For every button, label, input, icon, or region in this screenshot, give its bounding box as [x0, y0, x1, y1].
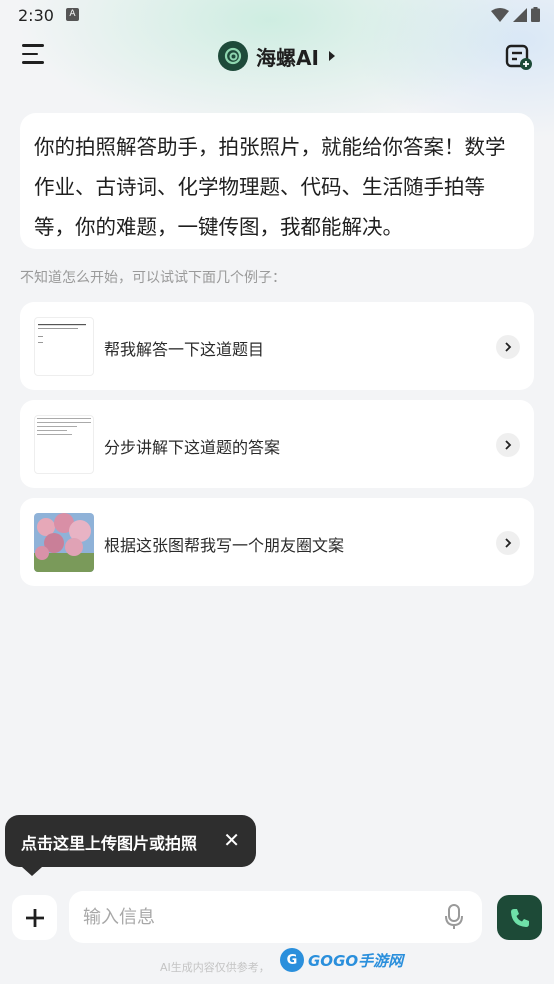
example-card[interactable]: 帮我解答一下这道题目: [20, 302, 534, 390]
new-chat-button[interactable]: [504, 42, 534, 72]
app-header: 海螺AI: [0, 36, 554, 80]
flower-photo-thumbnail: [34, 513, 94, 572]
microphone-icon: [445, 904, 463, 929]
message-input-box: [69, 891, 482, 943]
example-label: 帮我解答一下这道题目: [104, 340, 265, 359]
message-input[interactable]: [83, 903, 423, 931]
battery-icon: [531, 7, 540, 22]
intro-message: 你的拍照解答助手，拍张照片，就能给你答案！数学作业、古诗词、化学物理题、代码、生…: [20, 113, 534, 249]
phone-icon: [510, 908, 529, 927]
menu-button[interactable]: [22, 44, 48, 70]
status-bar: 2:30 A: [0, 0, 554, 32]
notification-icon: A: [66, 8, 79, 21]
document-thumbnail: [34, 317, 94, 376]
app-title: 海螺AI: [256, 45, 319, 70]
wifi-icon: [491, 7, 509, 22]
example-card[interactable]: 分步讲解下这道题的答案: [20, 400, 534, 488]
close-icon[interactable]: ✕: [223, 828, 240, 852]
model-switcher[interactable]: 海螺AI: [218, 41, 335, 71]
new-chat-icon: [505, 44, 532, 70]
microphone-button[interactable]: [442, 903, 466, 931]
example-label: 分步讲解下这道题的答案: [104, 438, 281, 457]
chevron-right-icon: [496, 531, 520, 555]
disclaimer-text: AI生成内容仅供参考，: [160, 961, 270, 974]
plus-icon: [25, 908, 44, 927]
voice-call-button[interactable]: [497, 895, 542, 940]
tooltip-tail: [22, 867, 42, 876]
document-thumbnail: [34, 415, 94, 474]
example-label: 根据这张图帮我写一个朋友圈文案: [104, 536, 345, 555]
upload-tooltip: 点击这里上传图片或拍照 ✕: [5, 815, 256, 867]
watermark-text: GOGO手游网: [308, 951, 404, 970]
chevron-right-icon: [496, 335, 520, 359]
status-time: 2:30: [18, 6, 54, 25]
upload-button[interactable]: [12, 895, 57, 940]
watermark: G GOGO手游网: [280, 948, 403, 972]
tooltip-text: 点击这里上传图片或拍照: [21, 834, 198, 853]
watermark-logo-icon: G: [280, 948, 304, 972]
chevron-right-icon: [496, 433, 520, 457]
signal-icon: [513, 7, 527, 22]
example-card[interactable]: 根据这张图帮我写一个朋友圈文案: [20, 498, 534, 586]
caret-right-icon: [328, 51, 335, 61]
hint-text: 不知道怎么开始，可以试试下面几个例子：: [20, 270, 286, 286]
status-icons: [491, 7, 540, 22]
hailuo-logo-icon: [218, 41, 248, 71]
